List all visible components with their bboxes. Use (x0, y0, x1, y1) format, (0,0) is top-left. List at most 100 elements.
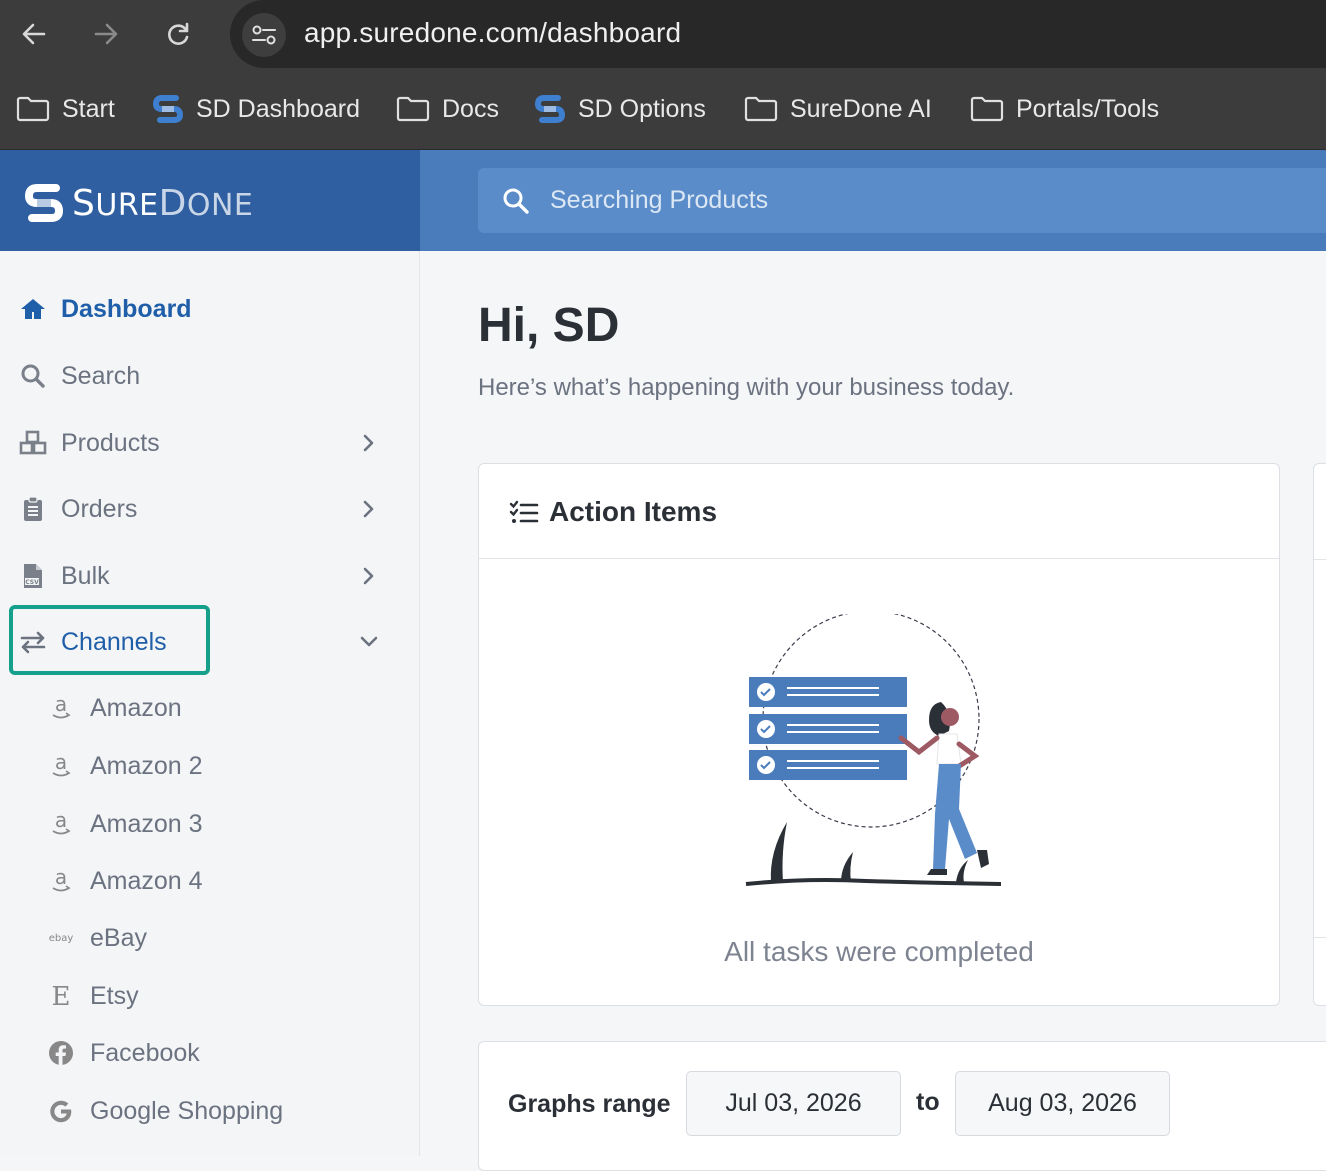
card-divider (1314, 937, 1326, 938)
svg-text:ebay: ebay (49, 933, 74, 944)
sidebar-item-label: Dashboard (61, 294, 192, 323)
svg-text:a: a (55, 752, 67, 774)
folder-icon (16, 96, 50, 122)
etsy-icon: E (46, 981, 76, 1011)
sidebar-item-label: Orders (61, 494, 138, 523)
graphs-range-card: Graphs range to (478, 1041, 1326, 1171)
channel-label: Amazon (90, 693, 182, 722)
address-bar[interactable]: app.suredone.com/dashboard (230, 0, 1326, 68)
folder-icon (744, 96, 778, 122)
channel-label: Etsy (90, 981, 139, 1010)
chevron-right-icon (358, 498, 380, 520)
channel-item-facebook[interactable]: Facebook (0, 1031, 420, 1075)
search-icon (19, 362, 47, 390)
arrow-left-icon (22, 23, 46, 45)
card-title: Action Items (549, 496, 718, 527)
channel-label: eBay (90, 923, 147, 952)
suredone-logo-icon (152, 95, 184, 123)
page-title: Hi, SD (478, 299, 620, 352)
suredone-logo-icon (24, 184, 64, 222)
sidebar-item-orders[interactable]: Orders (0, 484, 420, 534)
bookmark-label: Start (62, 94, 115, 123)
channel-item-amazon[interactable]: a Amazon (0, 686, 420, 730)
tasks-complete-illustration (745, 614, 1002, 886)
chevron-right-icon (358, 565, 380, 587)
folder-icon (396, 96, 430, 122)
channel-item-amazon-3[interactable]: a Amazon 3 (0, 802, 420, 846)
back-button[interactable] (14, 14, 54, 54)
card-divider (1314, 559, 1326, 560)
channel-item-etsy[interactable]: E Etsy (0, 974, 420, 1018)
bookmark-start[interactable]: Start (16, 92, 115, 126)
ebay-icon: ebay (46, 923, 76, 953)
channel-item-amazon-4[interactable]: a Amazon 4 (0, 859, 420, 903)
sidebar-item-label: Products (61, 428, 160, 457)
svg-text:a: a (55, 694, 67, 716)
logo-area: SUREDONE (0, 150, 420, 251)
search-icon (503, 188, 529, 214)
bookmark-sd-dashboard[interactable]: SD Dashboard (152, 92, 360, 126)
sidebar-item-bulk[interactable]: CSV Bulk (0, 551, 420, 601)
forward-button[interactable] (86, 14, 126, 54)
svg-text:a: a (55, 867, 67, 889)
secondary-card (1313, 463, 1326, 1006)
channel-label: Google Shopping (90, 1096, 284, 1125)
start-date-input[interactable] (686, 1071, 901, 1136)
chevron-right-icon (358, 432, 380, 454)
suredone-logo[interactable]: SUREDONE (22, 180, 253, 226)
folder-icon (970, 96, 1004, 122)
bookmark-label: Portals/Tools (1016, 94, 1160, 123)
logo-text: SUREDONE (72, 182, 254, 224)
bookmark-docs[interactable]: Docs (396, 92, 499, 126)
bookmark-portals-tools[interactable]: Portals/Tools (970, 92, 1159, 126)
sidebar-item-dashboard[interactable]: Dashboard (0, 284, 420, 334)
reload-icon (168, 22, 189, 45)
sidebar-item-channels[interactable]: Channels (0, 617, 420, 667)
bookmark-label: Docs (442, 94, 499, 123)
suredone-logo-icon (534, 95, 566, 123)
amazon-icon: a (46, 693, 76, 723)
svg-text:CSV: CSV (25, 579, 39, 586)
to-label: to (916, 1088, 940, 1116)
channel-label: Amazon 2 (90, 751, 203, 780)
reload-button[interactable] (158, 14, 198, 54)
end-date-input[interactable] (955, 1071, 1170, 1136)
boxes-icon (19, 429, 47, 457)
bookmark-sd-options[interactable]: SD Options (534, 92, 706, 126)
amazon-icon: a (46, 809, 76, 839)
arrow-right-icon (94, 23, 118, 45)
svg-text:a: a (55, 810, 67, 832)
google-icon (46, 1096, 76, 1126)
bookmark-label: SD Dashboard (196, 94, 360, 123)
sidebar-item-label: Search (61, 361, 141, 390)
channel-label: Facebook (90, 1038, 200, 1067)
amazon-icon: a (46, 866, 76, 896)
bookmarks-bar: Start SD Dashboard Docs SD Options SureD… (0, 68, 1326, 150)
bookmark-suredone-ai[interactable]: SureDone AI (744, 92, 932, 126)
amazon-icon: a (46, 751, 76, 781)
channel-item-ebay[interactable]: ebay eBay (0, 916, 420, 960)
channel-item-amazon-2[interactable]: a Amazon 2 (0, 744, 420, 788)
sidebar-item-label: Channels (61, 627, 167, 656)
sidebar-item-search[interactable]: Search (0, 351, 420, 401)
app-header: SUREDONE (0, 150, 1326, 251)
browser-toolbar: app.suredone.com/dashboard (0, 0, 1326, 68)
svg-text:E: E (52, 982, 71, 1010)
channel-label: Amazon 3 (90, 809, 203, 838)
site-settings-icon[interactable] (242, 13, 286, 57)
bookmark-label: SureDone AI (790, 94, 932, 123)
search-input[interactable] (550, 168, 1250, 233)
sidebar-item-label: Bulk (61, 561, 110, 590)
sidebar-item-products[interactable]: Products (0, 418, 420, 468)
product-search-box[interactable] (478, 168, 1326, 233)
facebook-icon (46, 1038, 76, 1068)
card-header: Action Items (479, 464, 1279, 559)
graphs-range-label: Graphs range (508, 1090, 671, 1118)
csv-file-icon: CSV (19, 562, 47, 590)
url-text[interactable]: app.suredone.com/dashboard (304, 17, 681, 49)
empty-state-text: All tasks were completed (724, 936, 1034, 967)
clipboard-icon (19, 495, 47, 523)
channel-label: Amazon 4 (90, 866, 203, 895)
arrows-exchange-icon (19, 628, 47, 656)
channel-item-google-shopping[interactable]: Google Shopping (0, 1089, 420, 1133)
